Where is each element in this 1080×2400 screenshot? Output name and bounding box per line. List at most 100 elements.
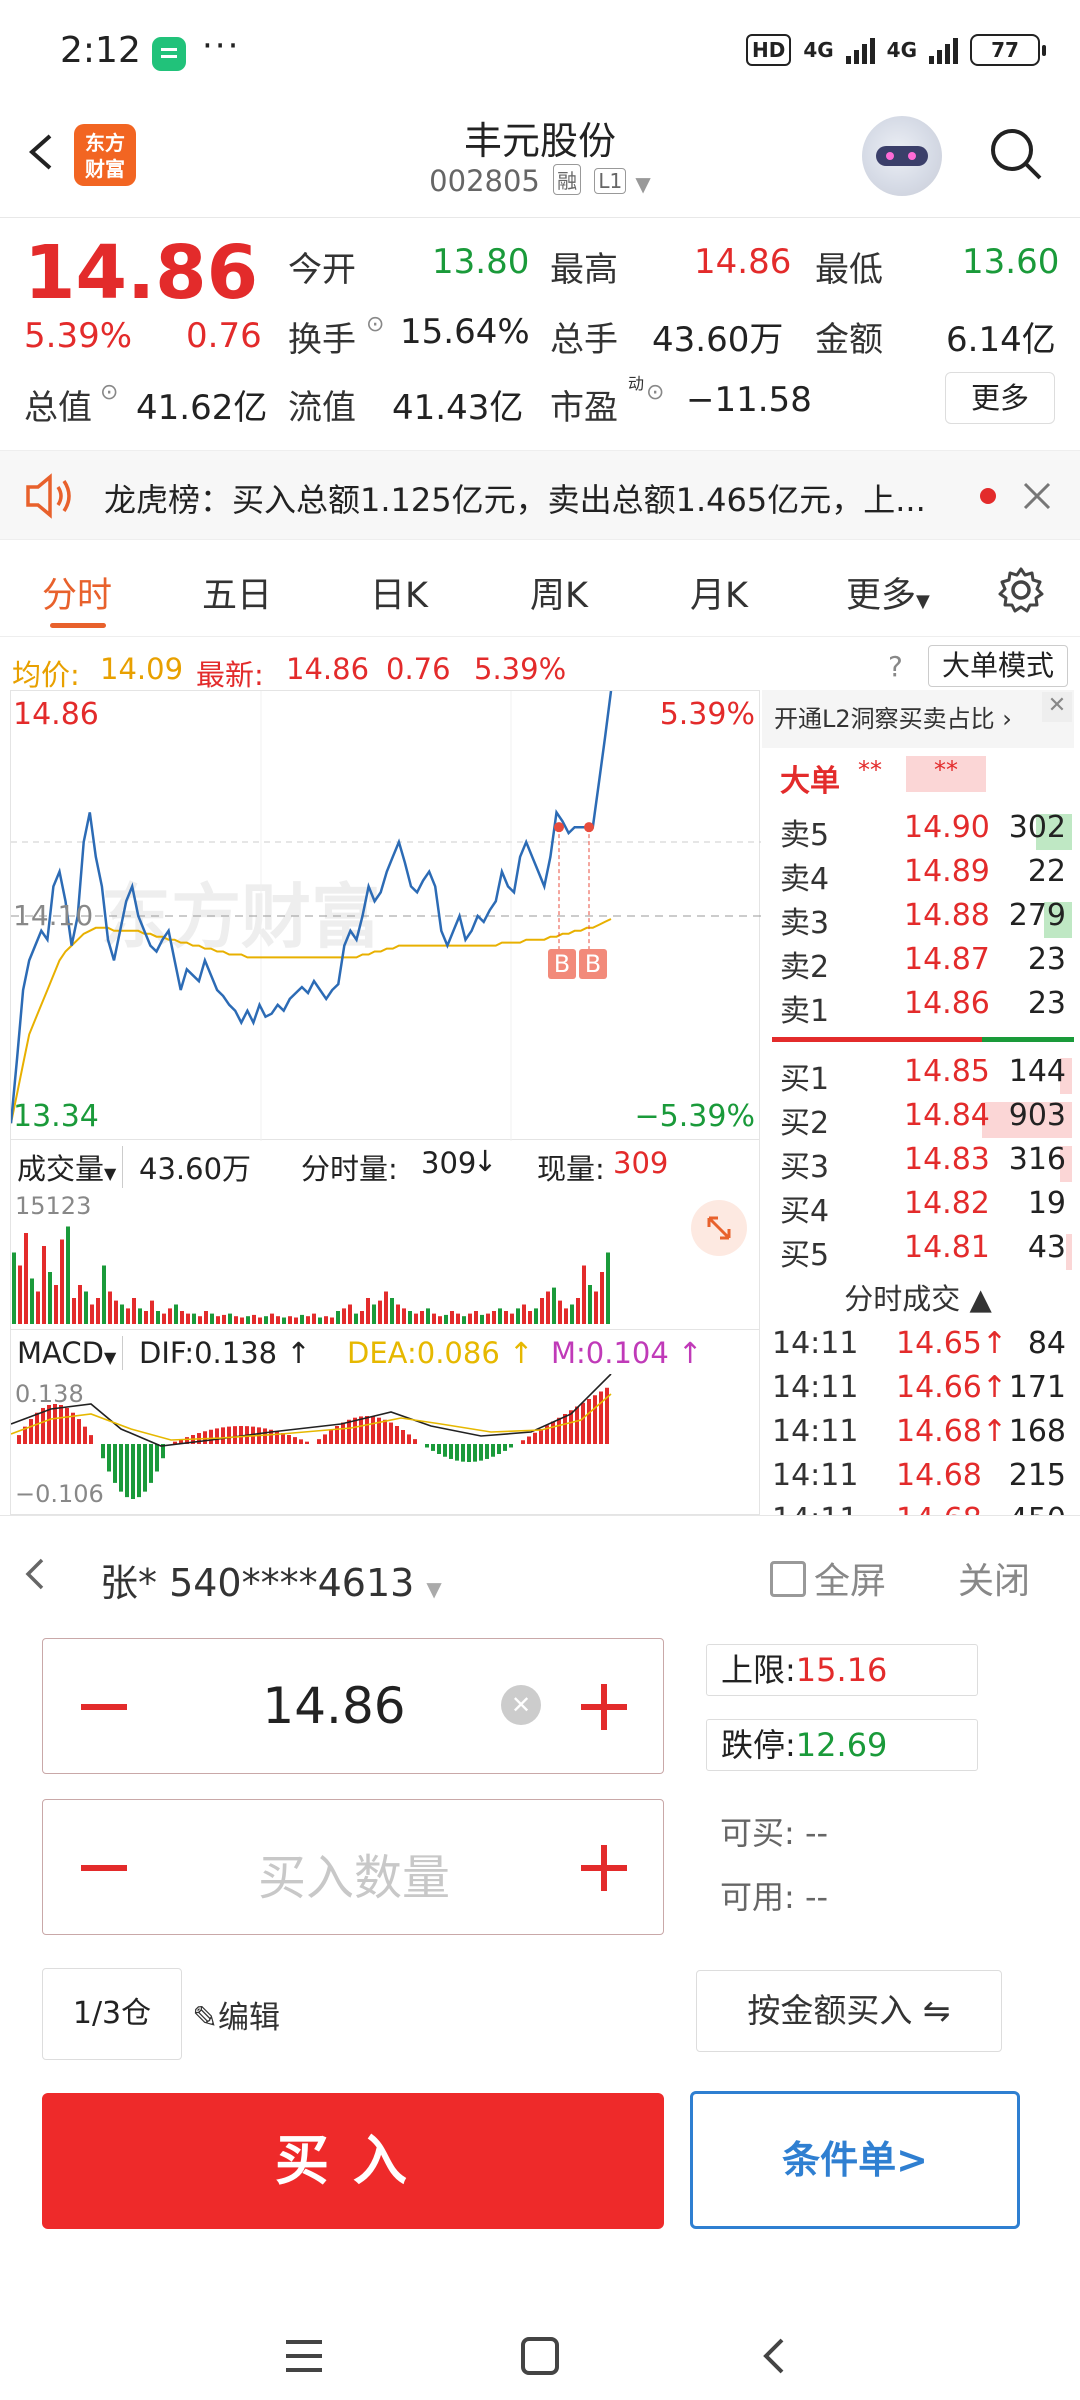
account-selector[interactable]: 张* 540****4613 ▼ — [100, 1552, 442, 1607]
lower-limit: 跌停:12.69 — [706, 1719, 978, 1771]
big-order-mode-button[interactable]: 大单模式 — [928, 645, 1068, 687]
sort-down-icon[interactable]: ↓ — [473, 1144, 497, 1178]
volume-bar — [294, 1317, 298, 1324]
expand-chart-button[interactable] — [691, 1200, 747, 1256]
sell-level: 卖2 — [780, 950, 830, 985]
buy-row[interactable]: 买1 14.85 144 — [772, 1054, 1072, 1098]
close-button[interactable]: 关闭 — [958, 1552, 1030, 1604]
info-icon[interactable]: ⊙ — [366, 312, 384, 337]
tab-more[interactable]: 更多▼ — [846, 567, 930, 618]
volume-bar — [450, 1311, 454, 1324]
price-input[interactable]: 14.86 — [43, 1677, 665, 1735]
robot-assistant-icon[interactable] — [862, 116, 942, 196]
dropdown-icon: ▼ — [635, 172, 651, 196]
macd-bar — [521, 1440, 525, 1444]
big-order-a: ** — [858, 756, 882, 784]
trade-price: 14.68 — [896, 1458, 982, 1493]
close-promo-icon[interactable]: ✕ — [1042, 692, 1072, 722]
settings-gear-icon[interactable] — [996, 565, 1046, 615]
conditional-order-button[interactable]: 条件单> — [690, 2091, 1020, 2229]
volume-bar — [66, 1226, 70, 1324]
sell-row[interactable]: 卖1 14.86 23 — [772, 986, 1072, 1030]
tab-daily-k[interactable]: 日K — [370, 567, 428, 618]
volume-bar — [540, 1298, 544, 1324]
buy-row[interactable]: 买2 14.84 903 — [772, 1098, 1072, 1142]
volume-bar — [18, 1265, 22, 1324]
volume-selector[interactable]: 成交量▼ — [17, 1146, 124, 1188]
volume-bar — [528, 1311, 532, 1324]
buy-row[interactable]: 买3 14.83 316 — [772, 1142, 1072, 1186]
buy-button[interactable]: 买入 — [42, 2093, 664, 2229]
volume-bar — [54, 1285, 58, 1324]
tab-weekly-k[interactable]: 周K — [530, 567, 588, 618]
news-ticker[interactable]: 龙虎榜：买入总额1.125亿元，卖出总额1.465亿元，上... — [0, 450, 1080, 540]
qty-plus-button[interactable] — [581, 1845, 627, 1891]
back-nav-icon[interactable] — [758, 2336, 788, 2376]
macd-bar — [77, 1419, 81, 1444]
info-icon[interactable]: ⊙ — [100, 380, 118, 405]
sell-price: 14.88 — [904, 898, 990, 933]
chat-app-icon — [152, 37, 186, 71]
macd-bar — [491, 1444, 495, 1457]
sell-row[interactable]: 卖2 14.87 23 — [772, 942, 1072, 986]
sell-level: 卖4 — [780, 862, 830, 897]
home-icon[interactable] — [520, 2336, 560, 2376]
volume-bar — [498, 1308, 502, 1324]
quantity-input[interactable]: 买入数量 — [43, 1838, 665, 1908]
macd-selector[interactable]: MACD▼ — [17, 1336, 124, 1370]
close-icon[interactable] — [1022, 481, 1052, 511]
l2-promo[interactable]: 开通L2洞察买卖占比 › — [762, 690, 1074, 748]
buy-row[interactable]: 买5 14.81 43 — [772, 1230, 1072, 1274]
macd-bar — [563, 1414, 567, 1444]
intraday-chart[interactable]: 东方财富 14.86 13.34 5.39% −5.39% 14.10 B B — [10, 690, 761, 1141]
latest-pct: 5.39% — [474, 652, 567, 686]
edit-button[interactable]: ✎编辑 — [192, 1992, 280, 2037]
volume-bar — [192, 1313, 196, 1324]
price-plus-button[interactable] — [581, 1684, 627, 1730]
volume-bar — [318, 1317, 322, 1324]
macd-bar — [71, 1412, 75, 1444]
help-icon[interactable]: ? — [888, 650, 903, 683]
fullscreen-button[interactable]: 全屏 — [770, 1552, 886, 1604]
volume-bar — [456, 1313, 460, 1324]
tab-monthly-k[interactable]: 月K — [690, 567, 748, 618]
macd-bar — [437, 1444, 441, 1455]
buy-marker: B — [548, 949, 576, 979]
sell-volume: 23 — [1027, 986, 1066, 1021]
volume-bar — [516, 1308, 520, 1324]
volume-bar — [558, 1300, 562, 1324]
search-icon[interactable] — [988, 126, 1044, 182]
menu-icon[interactable] — [284, 2338, 324, 2374]
trade-row: 14:11 14.68 215 — [772, 1458, 1072, 1502]
volume-bar — [126, 1308, 130, 1324]
volume-bar — [546, 1291, 550, 1324]
more-button[interactable]: 更多 — [945, 372, 1055, 424]
collapse-back-icon[interactable] — [20, 1556, 50, 1592]
macd-bar — [131, 1444, 135, 1499]
buy-row[interactable]: 买4 14.82 19 — [772, 1186, 1072, 1230]
macd-bar — [509, 1444, 513, 1448]
clear-price-icon[interactable]: ✕ — [501, 1685, 541, 1725]
trades-title[interactable]: 分时成交 ▲ — [762, 1276, 1074, 1318]
info-icon[interactable]: ⊙ — [646, 380, 664, 405]
macd-bar — [323, 1434, 327, 1444]
macd-bar — [29, 1419, 33, 1444]
sell-row[interactable]: 卖5 14.90 302 — [772, 810, 1072, 854]
buy-by-amount-button[interactable]: 按金额买入 ⇋ — [696, 1970, 1002, 2052]
macd-bar — [371, 1416, 375, 1444]
volume-bar — [474, 1311, 478, 1324]
volume-bar — [204, 1311, 208, 1324]
l2-promo-text: 开通L2洞察买卖占比 — [774, 705, 995, 733]
tab-intraday[interactable]: 分时 — [42, 567, 112, 618]
sell-row[interactable]: 卖4 14.89 22 — [772, 854, 1072, 898]
volume-bar — [246, 1316, 250, 1324]
volume-bar — [180, 1311, 184, 1324]
macd-bar — [575, 1406, 579, 1444]
buy-level: 买5 — [780, 1238, 830, 1273]
sell-row[interactable]: 卖3 14.88 279 — [772, 898, 1072, 942]
y-top-label: 14.86 — [13, 697, 99, 732]
tab-five-day[interactable]: 五日 — [202, 567, 272, 618]
position-third-button[interactable]: 1/3仓 — [42, 1968, 182, 2060]
macd-bar — [143, 1444, 147, 1492]
macd-bar — [17, 1435, 21, 1444]
